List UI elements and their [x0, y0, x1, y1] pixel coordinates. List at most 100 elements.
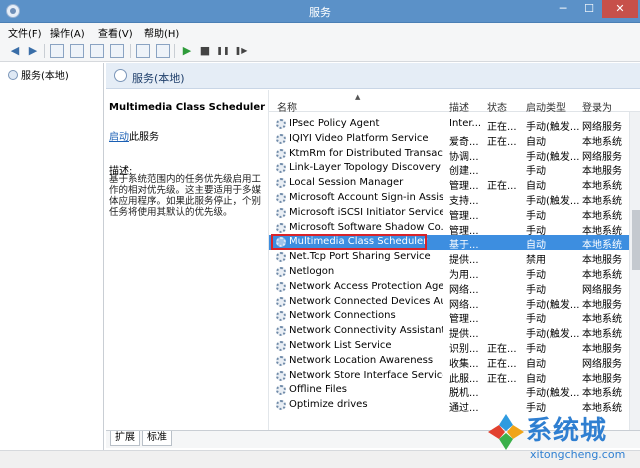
show-hide-tree-icon[interactable]	[50, 44, 64, 58]
watermark-url: xitongcheng.com	[530, 448, 626, 461]
service-gear-icon	[276, 281, 287, 293]
column-description[interactable]: 描述	[449, 99, 469, 114]
service-row[interactable]: Network Store Interface Service 此服... 正在..…	[269, 369, 629, 385]
service-logon-cell: 本地服务	[582, 255, 622, 267]
service-logon-cell: 网络服务	[582, 358, 622, 370]
tab-standard[interactable]: 标准	[142, 431, 172, 446]
menu-action[interactable]: 操作(A)	[50, 25, 85, 40]
service-name-cell: Network Connectivity Assistant	[289, 325, 443, 337]
forward-arrow-icon[interactable]: ▶	[26, 44, 40, 58]
column-startup-type[interactable]: 启动类型	[526, 99, 566, 114]
service-row[interactable]: Microsoft Software Shadow Co... 管理... 手动 本地…	[269, 221, 629, 237]
highlight-outline	[271, 234, 427, 251]
service-startup-type-cell: 自动	[526, 373, 546, 385]
service-row[interactable]: Microsoft Account Sign-in Assist... 支持...…	[269, 191, 629, 207]
restart-icon[interactable]: ❚▶	[234, 44, 248, 58]
service-row[interactable]: Network Connected Devices Aut... 网络... 手动(…	[269, 295, 629, 311]
refresh-icon[interactable]	[90, 44, 104, 58]
detail-start-line: 启动此服务	[109, 128, 159, 143]
menu-help[interactable]: 帮助(H)	[144, 25, 179, 40]
service-name-cell: Network Access Protection Agent	[289, 280, 443, 292]
service-logon-cell: 本地系统	[582, 196, 622, 207]
service-row[interactable]: IQIYI Video Platform Service 爱奇... 正在... 自动…	[269, 132, 629, 148]
service-row[interactable]: Network Connections 管理... 手动 本地系统	[269, 309, 629, 326]
service-logon-cell: 本地系统	[582, 240, 622, 252]
gear-icon	[276, 193, 286, 203]
toolbar-divider	[130, 44, 131, 58]
service-startup-type-cell: 手动(触发...	[526, 122, 580, 133]
start-service-suffix: 此服务	[129, 132, 159, 143]
service-row[interactable]: Microsoft iSCSI Initiator Service 管理... 手动…	[269, 206, 629, 222]
service-logon-cell: 网络服务	[582, 284, 622, 296]
service-row[interactable]: IPsec Policy Agent Inter... 正在... 手动(触发... 网…	[269, 117, 629, 133]
properties-sheet-icon[interactable]	[70, 44, 84, 58]
tab-extended[interactable]: 扩展	[110, 431, 140, 446]
column-log-on-as[interactable]: 登录为	[582, 99, 612, 114]
minimize-button[interactable]: ─	[550, 0, 576, 18]
column-status[interactable]: 状态	[487, 99, 507, 114]
service-logon-cell: 本地服务	[582, 344, 622, 355]
service-row[interactable]: Offline Files 脱机... 手动(触发... 本地系统	[269, 383, 629, 400]
service-row[interactable]: Net.Tcp Port Sharing Service 提供... 禁用 本地服务	[269, 250, 629, 267]
stop-icon[interactable]: ■	[198, 44, 212, 58]
service-logon-cell: 本地系统	[582, 314, 622, 326]
column-name[interactable]: 名称	[277, 99, 297, 114]
service-gear-icon	[276, 133, 287, 145]
service-gear-icon	[276, 163, 287, 174]
service-description-cell: Inter...	[449, 118, 481, 129]
menu-file[interactable]: 文件(F)	[8, 25, 42, 40]
service-description-cell: 网络...	[449, 284, 479, 296]
service-logon-cell: 本地系统	[582, 181, 622, 193]
menu-view[interactable]: 查看(V)	[98, 25, 133, 40]
export-list-icon[interactable]	[110, 44, 124, 58]
service-startup-type-cell: 自动	[526, 240, 546, 252]
close-button[interactable]: ✕	[602, 0, 638, 18]
service-status-cell: 正在...	[487, 136, 517, 148]
service-description-cell: 收集...	[449, 358, 479, 370]
start-service-link[interactable]: 启动	[109, 132, 129, 143]
service-description-cell: 提供...	[449, 255, 479, 267]
service-row[interactable]: Local Session Manager 管理... 正在... 自动 本地系统	[269, 176, 629, 193]
watermark-brand: 系统城	[526, 416, 608, 446]
service-row[interactable]: Network Access Protection Agent 网络... 手动 网络…	[269, 280, 629, 296]
service-name-cell: Network Connected Devices Aut...	[289, 295, 443, 307]
vertical-scrollbar[interactable]	[629, 112, 640, 430]
service-row[interactable]: Link-Layer Topology Discovery ... 创建... 手动…	[269, 161, 629, 178]
play-icon[interactable]: ▶	[180, 44, 194, 58]
service-startup-type-cell: 禁用	[526, 255, 546, 267]
service-gear-icon	[276, 207, 287, 219]
maximize-button[interactable]: ☐	[576, 0, 602, 18]
console-icon[interactable]	[156, 44, 170, 58]
service-startup-type-cell: 手动	[526, 166, 546, 178]
service-logon-cell: 网络服务	[582, 122, 622, 133]
service-logon-cell: 本地系统	[582, 388, 622, 400]
service-startup-type-cell: 自动	[526, 136, 546, 148]
service-name-cell: KtmRm for Distributed Transacti...	[289, 147, 443, 159]
service-gear-icon	[276, 222, 287, 234]
service-row[interactable]: Network Connectivity Assistant 提供... 手动(触发…	[269, 324, 629, 341]
service-row[interactable]: Netlogon 为用... 手动 本地系统	[269, 265, 629, 281]
service-row[interactable]: Multimedia Class Scheduler 基于... 自动 本地系统	[269, 234, 629, 252]
service-gear-icon	[276, 267, 287, 278]
service-gear-icon	[276, 326, 287, 337]
service-row[interactable]: Network Location Awareness 收集... 正在... 自动 网络…	[269, 354, 629, 370]
tree-item-services-local[interactable]: 服务(本地)	[8, 67, 69, 82]
service-row[interactable]: KtmRm for Distributed Transacti... 协调... 手…	[269, 147, 629, 163]
gear-icon	[276, 326, 286, 337]
watermark-emblem-icon	[488, 414, 524, 450]
pause-icon[interactable]: ❚❚	[216, 44, 230, 58]
gear-icon	[276, 252, 286, 263]
service-description-cell: 支持...	[449, 196, 479, 207]
service-detail-panel: Multimedia Class Scheduler 启动此服务 描述: 基于系…	[106, 90, 268, 430]
service-startup-type-cell: 手动(触发...	[526, 299, 580, 311]
service-name-cell: IPsec Policy Agent	[289, 118, 380, 129]
service-name-cell: Net.Tcp Port Sharing Service	[289, 251, 431, 263]
service-startup-type-cell: 手动(触发...	[526, 329, 580, 341]
scrollbar-thumb[interactable]	[632, 210, 640, 270]
service-description-cell: 网络...	[449, 299, 479, 311]
service-name-cell: Network Store Interface Service	[289, 369, 443, 381]
service-name-cell: Network Connections	[289, 310, 396, 322]
back-arrow-icon[interactable]: ◀	[8, 44, 22, 58]
service-row[interactable]: Network List Service 识别... 正在... 手动 本地服务	[269, 339, 629, 355]
help-icon[interactable]	[136, 44, 150, 58]
